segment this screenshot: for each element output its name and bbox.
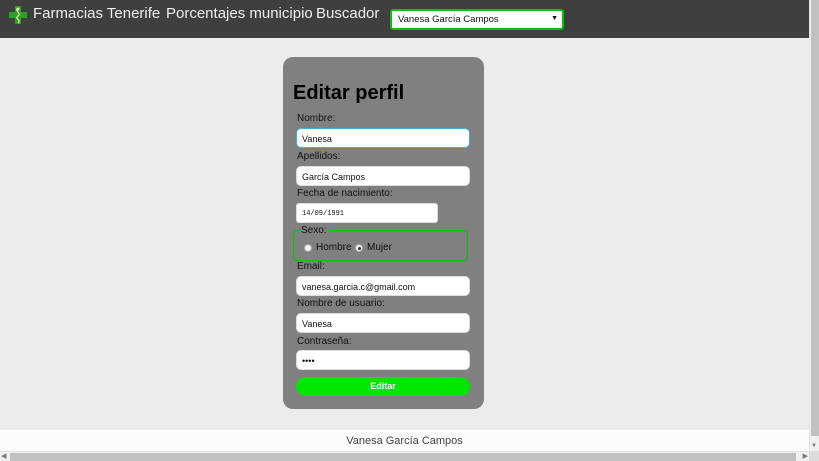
user-select-value: Vanesa García Campos [398,14,499,25]
footer-text: Vanesa García Campos [346,435,463,447]
footer: Vanesa García Campos [0,430,809,451]
email-label: Email: [297,261,325,272]
user-select[interactable]: Vanesa García Campos ▼ [390,9,564,30]
radio-mujer-label[interactable]: Mujer [367,242,392,253]
nav-link-buscador[interactable]: Buscador [316,5,379,22]
vertical-scrollbar-thumb[interactable] [811,0,819,436]
password-label: Contraseña: [297,336,352,347]
email-input[interactable]: vanesa.garcia.c@gmail.com [296,276,470,296]
editar-button[interactable]: Editar [296,377,470,396]
fecha-label: Fecha de nacimiento: [297,188,393,199]
password-input[interactable]: •••• [296,350,470,370]
pharmacy-cross-icon[interactable] [9,5,27,25]
horizontal-scrollbar-thumb[interactable] [10,453,796,461]
sexo-legend: Sexo: [300,225,328,236]
radio-mujer[interactable] [355,244,363,252]
radio-hombre[interactable] [304,244,312,252]
nav-brand-link[interactable]: Farmacias Tenerife [33,5,160,22]
usuario-label: Nombre de usuario: [297,298,385,309]
edit-profile-card: Editar perfil Nombre: Vanesa Apellidos: … [283,57,484,409]
apellidos-label: Apellidos: [297,151,341,162]
scroll-down-icon[interactable]: ▼ [811,443,817,449]
nombre-input[interactable]: Vanesa [296,128,470,148]
scrollbar-corner [809,451,819,461]
top-navbar: Farmacias Tenerife Porcentajes municipio… [0,0,809,38]
nav-link-porcentajes[interactable]: Porcentajes municipio [166,5,313,22]
nombre-label: Nombre: [297,113,336,124]
usuario-input[interactable]: Vanesa [296,313,470,333]
apellidos-input[interactable]: García Campos [296,166,470,186]
scroll-left-icon[interactable]: ◀ [1,452,6,460]
vertical-scrollbar[interactable]: ▼ [809,0,819,451]
chevron-down-icon: ▼ [551,15,558,22]
fecha-input[interactable]: 14/09/1991 [296,203,438,223]
horizontal-scrollbar[interactable]: ◀ ▶ [0,451,809,461]
sexo-fieldset: Sexo: Hombre Mujer [293,225,468,261]
page-title: Editar perfil [293,82,405,104]
scroll-right-icon[interactable]: ▶ [803,452,808,460]
radio-hombre-label[interactable]: Hombre [316,242,352,253]
